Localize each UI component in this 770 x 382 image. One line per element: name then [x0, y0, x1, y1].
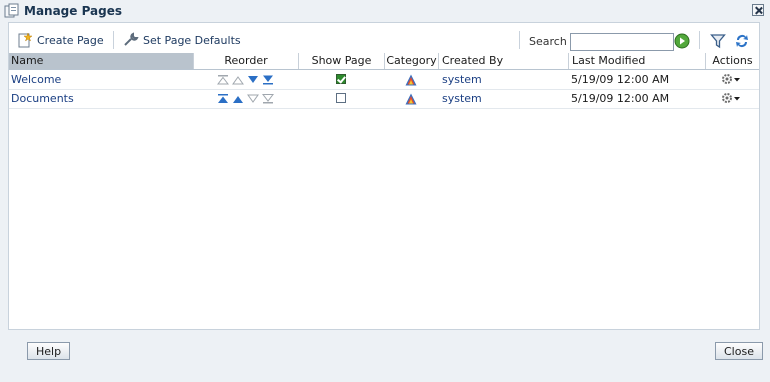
column-header-actions: Actions [712, 54, 753, 67]
refresh-icon[interactable] [734, 33, 750, 49]
move-top-icon[interactable] [217, 93, 229, 104]
move-top-icon [217, 74, 229, 84]
show-page-checkbox[interactable] [336, 74, 346, 84]
category-triangle-icon [405, 74, 417, 86]
create-page-button[interactable]: Create Page [17, 32, 104, 48]
go-arrow-icon[interactable] [674, 33, 690, 49]
last-modified-value: 5/19/09 12:00 AM [571, 92, 670, 105]
wrench-icon [124, 32, 139, 46]
show-page-checkbox[interactable] [336, 93, 346, 103]
show-page-cell [336, 89, 346, 108]
page-name-link[interactable]: Documents [11, 89, 74, 108]
move-down-icon [247, 94, 259, 103]
close-button[interactable]: Close [715, 342, 763, 360]
search-input[interactable] [570, 33, 674, 51]
create-page-icon [18, 32, 33, 48]
dialog-title: Manage Pages [24, 4, 123, 18]
set-page-defaults-button[interactable]: Set Page Defaults [123, 32, 241, 48]
dialog-footer: Help Close [0, 330, 770, 382]
column-header-reorder: Reorder [194, 53, 299, 69]
column-header-category: Category [385, 53, 439, 69]
manage-pages-icon [4, 3, 19, 18]
column-header-last-modified[interactable]: Last Modified [569, 53, 706, 69]
close-icon[interactable] [752, 4, 764, 16]
toolbar-divider [699, 31, 700, 49]
move-up-icon [232, 75, 244, 84]
help-button[interactable]: Help [27, 342, 71, 360]
category-cell [405, 70, 417, 89]
create-page-label: Create Page [37, 33, 104, 47]
page-name-link[interactable]: Welcome [11, 70, 61, 89]
last-modified-value: 5/19/09 12:00 AM [571, 73, 670, 86]
toolbar-divider [113, 31, 114, 49]
gear-menu-icon [722, 74, 740, 84]
search-label: Search [529, 35, 567, 48]
move-up-icon[interactable] [232, 94, 244, 104]
manage-pages-dialog: Manage Pages Create Page Set Page Defaul… [0, 0, 770, 382]
move-bottom-icon[interactable] [262, 75, 274, 85]
actions-menu-button[interactable] [721, 89, 743, 108]
toolbar: Create Page Set Page Defaults Search [9, 23, 759, 53]
category-cell [405, 89, 417, 108]
move-down-icon[interactable] [247, 75, 259, 85]
toolbar-divider [519, 31, 520, 49]
category-triangle-icon [405, 93, 417, 105]
table-row[interactable]: Welcome system 5/19/09 12:00 AM [9, 70, 759, 90]
move-bottom-icon [262, 93, 274, 103]
gear-menu-icon [722, 93, 740, 103]
table-header: Name Reorder Show Page Category Created … [9, 53, 759, 70]
show-page-cell [336, 70, 346, 89]
pages-panel: Create Page Set Page Defaults Search Nam… [8, 22, 760, 330]
actions-menu-button[interactable] [721, 70, 743, 89]
filter-icon[interactable] [710, 33, 726, 49]
set-page-defaults-label: Set Page Defaults [143, 33, 241, 47]
column-header-created-by[interactable]: Created By [439, 53, 569, 69]
reorder-controls [217, 89, 274, 108]
reorder-controls [217, 70, 274, 89]
column-header-name[interactable]: Name [9, 53, 194, 69]
dialog-titlebar: Manage Pages [0, 0, 770, 22]
column-header-show-page: Show Page [299, 53, 385, 69]
table-row[interactable]: Documents system 5/19/09 12:00 AM [9, 89, 759, 109]
created-by-value: system [442, 92, 482, 105]
created-by-value: system [442, 73, 482, 86]
